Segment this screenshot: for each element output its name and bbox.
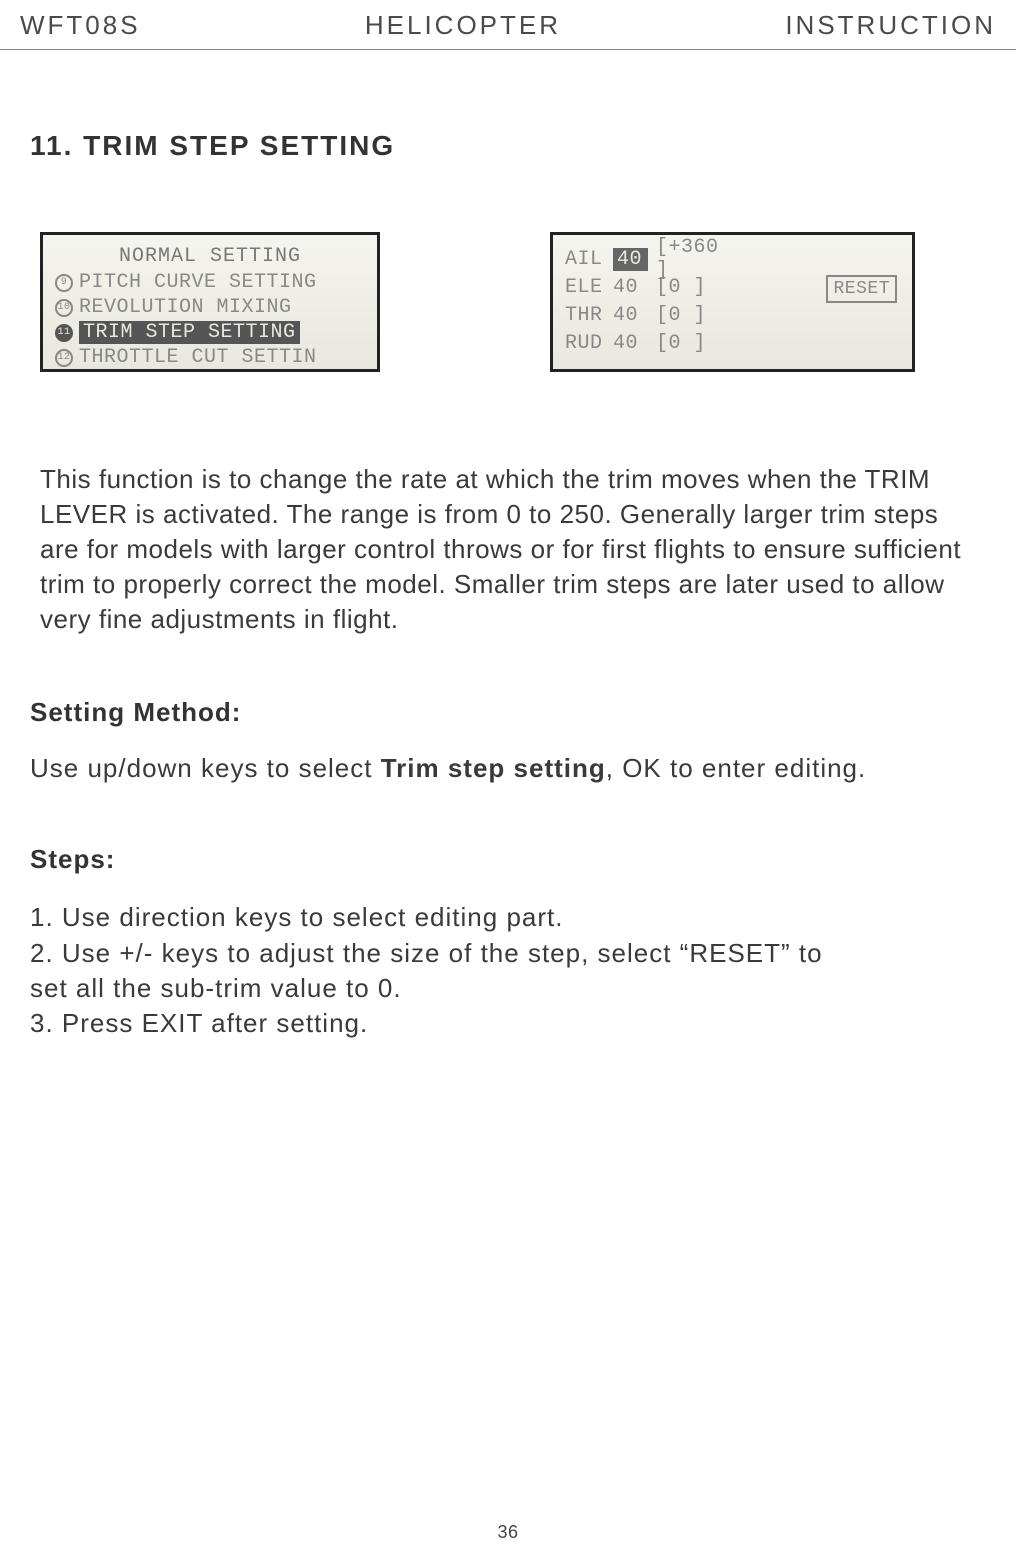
lcd-menu-number-icon: 11 (55, 324, 73, 342)
step-line: 3. Press EXIT after setting. (30, 1006, 986, 1041)
setting-method-text: Use up/down keys to select Trim step set… (30, 753, 986, 784)
lcd-menu-number-icon: 12 (55, 349, 73, 367)
header-center: HELICOPTER (365, 10, 561, 41)
setting-method-bold: Trim step setting (381, 753, 606, 783)
header-right: INSTRUCTION (785, 10, 996, 41)
header-left: WFT08S (20, 10, 141, 41)
lcd-channel-value: 40 (613, 276, 648, 299)
lcd-menu-label: PITCH CURVE SETTING (79, 271, 317, 294)
lcd-menu-item: 10 REVOLUTION MIXING (55, 295, 365, 320)
lcd-value-row: RUD 40 [0 ] (565, 329, 900, 357)
lcd-channel-value: 40 (613, 248, 648, 271)
lcd-channel-bracket: [0 ] (656, 276, 728, 299)
lcd-channel-label: THR (565, 304, 605, 327)
lcd-channel-label: AIL (565, 248, 605, 271)
setting-method-after: , OK to enter editing. (606, 753, 866, 783)
lcd-menu-number-icon: 9 (55, 274, 73, 292)
lcd-reset-button: RESET (826, 275, 897, 303)
lcd-menu-item: 11 TRIM STEP SETTING (55, 320, 365, 345)
lcd-menu-title: NORMAL SETTING (55, 245, 365, 268)
lcd-menu-item: 9 PITCH CURVE SETTING (55, 270, 365, 295)
step-line: 1. Use direction keys to select editing … (30, 900, 986, 935)
step-line: set all the sub-trim value to 0. (30, 971, 986, 1006)
lcd-values-screenshot: AIL40[+360 ]ELE40[0 ]THR40[0 ]RUD40[0 ] … (550, 232, 915, 372)
lcd-value-row: THR 40 [0 ] (565, 301, 900, 329)
lcd-channel-bracket: [0 ] (656, 304, 728, 327)
lcd-channel-value: 40 (613, 332, 648, 355)
lcd-menu-screenshot: NORMAL SETTING 9 PITCH CURVE SETTING 10 REV… (40, 232, 380, 372)
description-paragraph: This function is to change the rate at w… (30, 462, 986, 637)
lcd-menu-label: THROTTLE CUT SETTIN (79, 346, 317, 369)
lcd-menu-label: TRIM STEP SETTING (79, 321, 300, 344)
lcd-menu-number-icon: 10 (55, 299, 73, 317)
setting-method-heading: Setting Method: (30, 697, 986, 728)
content-area: 11. TRIM STEP SETTING NORMAL SETTING 9 PI… (0, 130, 1016, 1041)
lcd-screenshots-row: NORMAL SETTING 9 PITCH CURVE SETTING 10 REV… (40, 232, 986, 372)
lcd-menu-label: REVOLUTION MIXING (79, 296, 292, 319)
page-header: WFT08S HELICOPTER INSTRUCTION (0, 0, 1016, 50)
setting-method-before: Use up/down keys to select (30, 753, 381, 783)
lcd-menu-item: 12 THROTTLE CUT SETTIN (55, 345, 365, 370)
steps-heading: Steps: (30, 844, 986, 875)
lcd-channel-label: RUD (565, 332, 605, 355)
lcd-channel-bracket: [0 ] (656, 332, 728, 355)
lcd-values-inner: AIL40[+360 ]ELE40[0 ]THR40[0 ]RUD40[0 ] … (553, 235, 912, 369)
lcd-menu-inner: NORMAL SETTING 9 PITCH CURVE SETTING 10 REV… (43, 235, 377, 369)
step-line: 2. Use +/- keys to adjust the size of th… (30, 936, 986, 971)
lcd-channel-value: 40 (613, 304, 648, 327)
section-title: 11. TRIM STEP SETTING (30, 130, 986, 162)
lcd-value-row: AIL40[+360 ] (565, 245, 900, 273)
page-number: 36 (497, 1522, 518, 1543)
steps-list: 1. Use direction keys to select editing … (30, 900, 986, 1040)
lcd-channel-label: ELE (565, 276, 605, 299)
